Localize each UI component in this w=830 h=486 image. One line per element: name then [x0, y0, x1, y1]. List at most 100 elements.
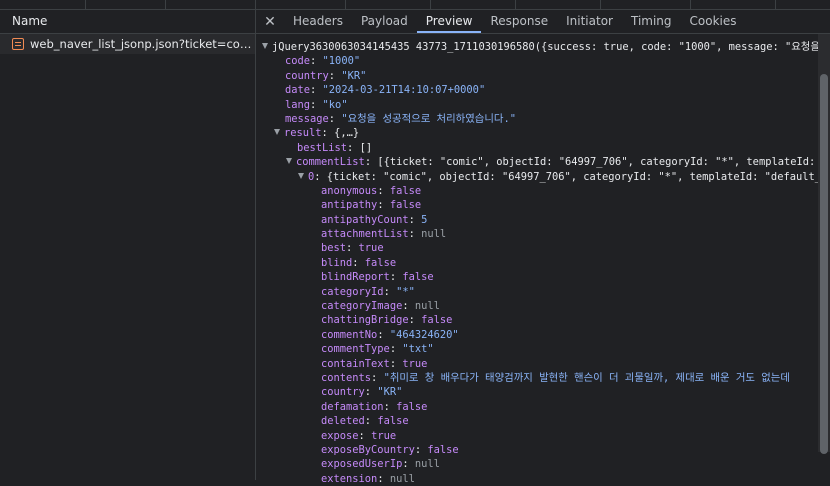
request-row[interactable]: web_naver_list_jsonp.json?ticket=comic&t…: [0, 34, 255, 54]
json-key: country: [285, 69, 329, 82]
json-value: "*": [396, 285, 415, 298]
json-value: "요청을 성공적으로 처리하였습니다.": [341, 112, 516, 125]
json-key: categoryImage: [321, 300, 403, 313]
json-key: best: [321, 242, 347, 255]
json-value: []: [359, 141, 373, 154]
json-key: exposeByCountry: [321, 443, 415, 456]
json-value: "취미로 창 배우다가 태양검까지 발현한 핸슨이 더 괴물일까, 제대로 배운…: [383, 371, 790, 384]
expand-triangle-icon[interactable]: [298, 172, 304, 179]
json-tree-row: contents: "취미로 창 배우다가 태양검까지 발현한 핸슨이 더 괴물…: [321, 371, 790, 384]
json-key: antipathy: [321, 199, 378, 212]
tab-cookies[interactable]: Cookies: [681, 10, 746, 33]
json-key: antipathyCount: [321, 213, 409, 226]
json-tree-row: lang: "ko": [285, 98, 348, 111]
json-tree-row: bestList: []: [297, 141, 373, 154]
json-key: bestList: [297, 141, 348, 154]
json-key: deleted: [321, 415, 365, 428]
json-value: "1000": [322, 55, 361, 68]
json-tree-row: exposeByCountry: false: [321, 443, 459, 456]
json-key: contents: [321, 371, 372, 384]
json-root-text: jQuery3630063034145435 43773_17110301965…: [272, 41, 830, 53]
json-tree-row: blind: false: [321, 256, 397, 269]
json-preview-tree: jQuery3630063034145435 43773_17110301965…: [256, 34, 830, 486]
jsonp-file-icon: [12, 38, 24, 50]
request-name: web_naver_list_jsonp.json?ticket=comic&t…: [30, 37, 255, 51]
json-value: "txt": [402, 343, 434, 356]
json-tree-row[interactable]: commentList: [{ticket: "comic", objectId…: [256, 155, 830, 169]
json-key: blindReport: [321, 271, 390, 284]
json-value: true: [358, 242, 384, 255]
top-toolbar-strip: [0, 0, 830, 10]
json-tree-row[interactable]: jQuery3630063034145435 43773_17110301965…: [256, 40, 830, 54]
json-tree-row: country: "KR": [321, 386, 403, 399]
json-value: 5: [421, 213, 428, 226]
json-value: "2024-03-21T14:10:07+0000": [322, 84, 486, 97]
json-value: null: [389, 472, 415, 485]
json-value: {,…}: [334, 127, 360, 140]
tab-payload[interactable]: Payload: [352, 10, 417, 33]
details-tabbar: ✕ Headers Payload Preview Response Initiator…: [256, 10, 830, 34]
json-value: false: [389, 184, 422, 197]
json-key: categoryId: [321, 285, 384, 298]
json-value: "ko": [322, 98, 348, 111]
json-key: commentList: [296, 156, 365, 169]
json-tree-row: deleted: false: [321, 415, 409, 428]
json-key: result: [284, 127, 322, 140]
json-key: extension: [321, 472, 378, 485]
json-tree-row: message: "요청을 성공적으로 처리하였습니다.": [285, 112, 516, 125]
json-tree-row: defamation: false: [321, 400, 428, 413]
json-tree-row: expose: true: [321, 429, 397, 442]
json-tree-row: country: "KR": [285, 69, 367, 82]
json-key: blind: [321, 256, 353, 269]
json-tree-row: code: "1000": [285, 55, 361, 68]
json-value: false: [427, 443, 459, 456]
json-tree-row[interactable]: 0: {ticket: "comic", objectId: "64997_70…: [256, 170, 830, 184]
tab-headers[interactable]: Headers: [284, 10, 352, 33]
json-tree-row: exposedUserIp: null: [321, 458, 440, 471]
json-tree-row: commentType: "txt": [321, 343, 434, 356]
vertical-scrollbar[interactable]: [818, 34, 830, 454]
json-key: attachmentList: [321, 228, 409, 241]
json-tree-row: date: "2024-03-21T14:10:07+0000": [285, 84, 486, 97]
request-list-panel: Name web_naver_list_jsonp.json?ticket=co…: [0, 10, 256, 480]
json-tree-row: best: true: [321, 242, 384, 255]
json-tree-row: antipathy: false: [321, 199, 422, 212]
details-panel: ✕ Headers Payload Preview Response Initiator…: [256, 10, 830, 485]
name-column-header[interactable]: Name: [0, 10, 255, 34]
json-value: null: [414, 300, 440, 313]
json-value: true: [371, 429, 397, 442]
tab-timing[interactable]: Timing: [622, 10, 681, 33]
scrollbar-thumb[interactable]: [820, 74, 828, 454]
tab-initiator[interactable]: Initiator: [557, 10, 622, 33]
json-key: expose: [321, 429, 359, 442]
json-tree-row: anonymous: false: [321, 184, 422, 197]
json-tree-row: containText: true: [321, 357, 428, 370]
json-key: chattingBridge: [321, 314, 409, 327]
json-value: "KR": [377, 386, 403, 399]
json-value: false: [396, 400, 428, 413]
expand-triangle-icon[interactable]: [286, 158, 292, 165]
json-value: false: [389, 199, 422, 212]
json-key: defamation: [321, 400, 384, 413]
tab-response[interactable]: Response: [481, 10, 557, 33]
json-value: true: [402, 357, 428, 370]
json-key: containText: [321, 357, 390, 370]
json-tree-row: chattingBridge: false: [321, 314, 453, 327]
expand-triangle-icon[interactable]: [274, 129, 280, 136]
json-key: commentNo: [321, 328, 378, 341]
json-key: lang: [285, 98, 311, 111]
json-tree-row: blindReport: false: [321, 271, 434, 284]
tab-list: Headers Payload Preview Response Initiator Ti…: [284, 10, 746, 33]
tab-preview[interactable]: Preview: [416, 10, 482, 33]
json-value: "464324620": [389, 328, 459, 341]
json-key: commentType: [321, 343, 390, 356]
close-icon[interactable]: ✕: [256, 10, 284, 33]
json-key: exposedUserIp: [321, 458, 403, 471]
json-value: false: [421, 314, 453, 327]
json-tree-row: antipathyCount: 5: [321, 213, 428, 226]
json-value: null: [414, 458, 440, 471]
json-tree-row: commentNo: "464324620": [321, 328, 459, 341]
json-key: code: [285, 55, 311, 68]
expand-triangle-icon[interactable]: [262, 43, 268, 49]
json-tree-row[interactable]: result: {,…}: [256, 126, 830, 140]
